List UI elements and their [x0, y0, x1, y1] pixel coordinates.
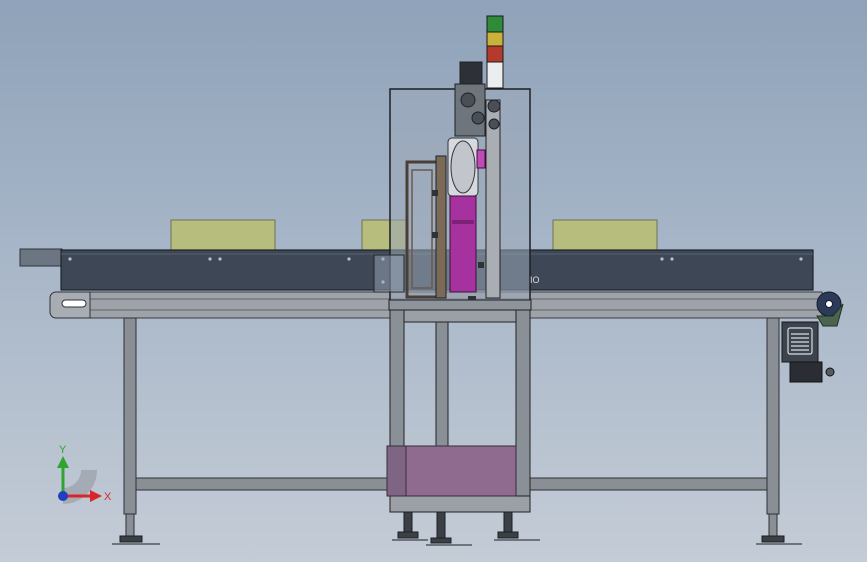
conveyor-infeed-plate [19, 248, 63, 267]
triad-x-label: X [104, 491, 112, 503]
drive-motor[interactable] [781, 321, 835, 383]
vertical-column [485, 99, 501, 299]
signal-tower[interactable] [486, 15, 504, 89]
view-triad-icon[interactable]: Y X [57, 444, 112, 504]
lower-frame-top-rail [403, 309, 517, 323]
end-cap-slot [61, 299, 87, 308]
pulley-hub [825, 300, 833, 308]
lower-frame-bottom-rail [389, 495, 531, 513]
leveling-feet [112, 535, 802, 545]
tower-light-red [486, 45, 504, 63]
product-box-left[interactable] [170, 219, 276, 251]
triad-z-axis [58, 491, 68, 501]
product-box-right[interactable] [552, 219, 658, 251]
cad-viewport[interactable]: IO Y X [0, 0, 867, 562]
spool-face [450, 140, 476, 194]
triad-x-arrow [90, 490, 102, 502]
tower-base [486, 61, 504, 89]
actuator-small [476, 149, 486, 169]
collection-bin[interactable] [405, 445, 517, 497]
tower-light-yellow [486, 31, 504, 47]
tower-light-green [486, 15, 504, 33]
actuator-cylinder[interactable] [449, 195, 477, 293]
enclosure-base [388, 299, 532, 311]
slide-rail [435, 155, 447, 299]
bin-side-panel [386, 445, 407, 497]
lower-frame-right-post [515, 309, 531, 513]
triad-y-arrow [57, 456, 69, 468]
frame-feet [392, 511, 540, 546]
triad-y-label: Y [59, 444, 67, 456]
model-plate-text: IO [530, 275, 540, 285]
enclosure-front-plate [373, 254, 405, 293]
cylinder-band [452, 220, 474, 224]
assembly-drawing[interactable]: IO Y X [0, 0, 867, 562]
